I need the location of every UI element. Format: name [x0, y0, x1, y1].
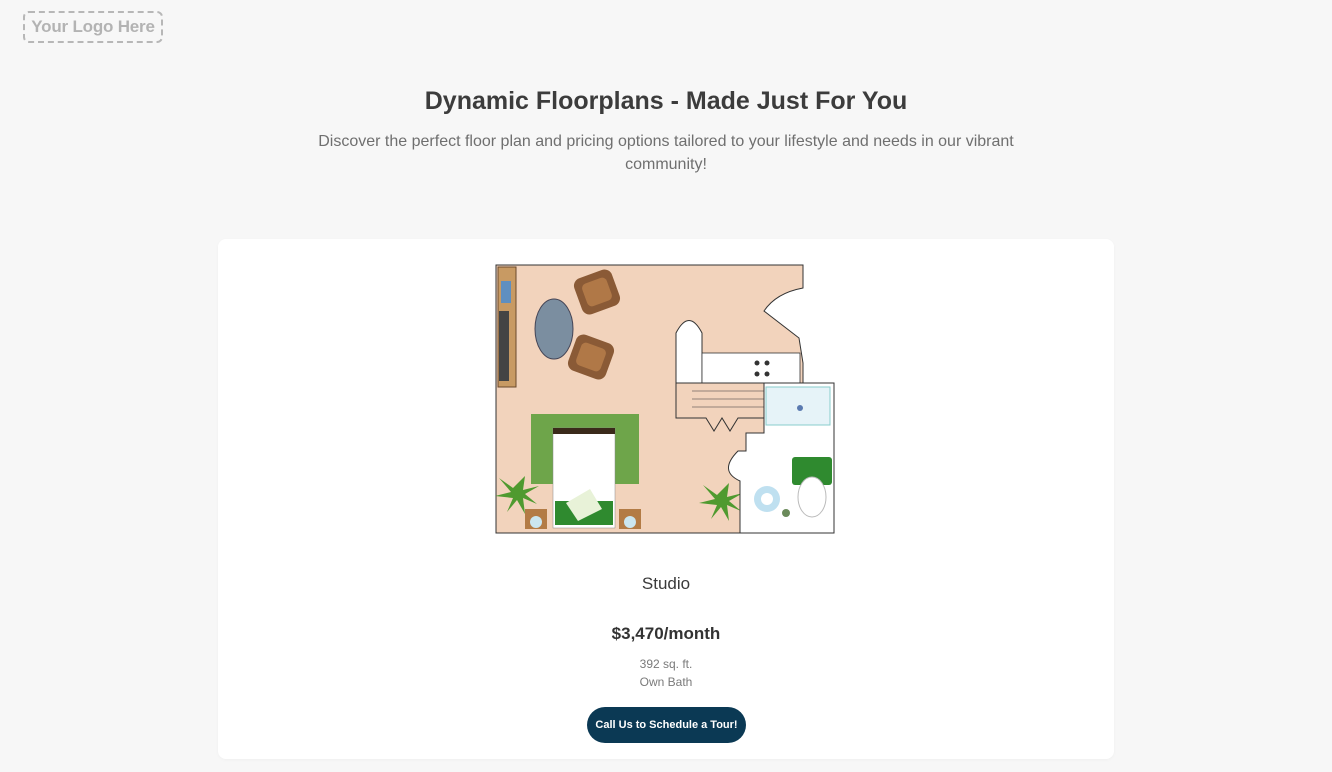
page-title: Dynamic Floorplans - Made Just For You — [424, 87, 908, 115]
plan-name: Studio — [641, 574, 691, 593]
plan-price: $3,470/month — [611, 624, 721, 643]
schedule-tour-button[interactable]: Call Us to Schedule a Tour! — [587, 707, 746, 743]
page-subtitle: Discover the perfect floor plan and pric… — [318, 133, 1014, 173]
hero-section: Dynamic Floorplans - Made Just For You D… — [0, 84, 1332, 176]
floorplan-card: Studio $3,470/month 392 sq. ft. Own Bath… — [218, 239, 1114, 759]
plan-sqft: 392 sq. ft. — [639, 657, 693, 671]
plan-bath: Own Bath — [639, 675, 693, 689]
logo[interactable]: Your Logo Here — [23, 11, 163, 43]
floorplan-image — [495, 264, 835, 534]
